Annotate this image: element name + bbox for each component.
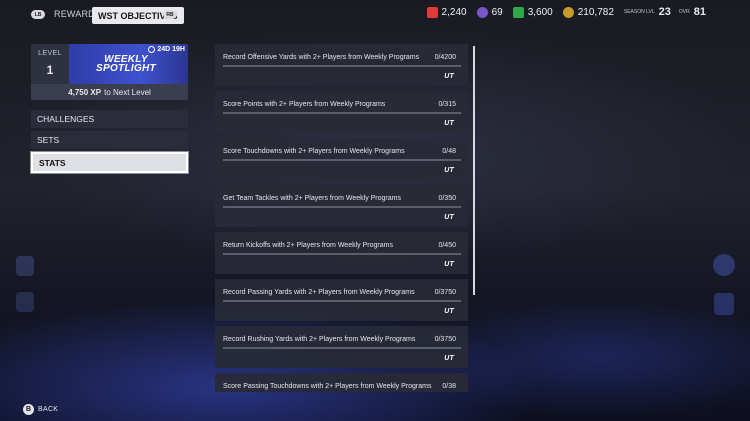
banner-title: WEEKLY SPOTLIGHT bbox=[96, 54, 156, 74]
scrollbar[interactable] bbox=[473, 46, 475, 295]
objective-progress: 0/38 bbox=[442, 383, 456, 390]
currency-coins: 2,240 bbox=[426, 6, 467, 18]
menu-item-sets[interactable]: SETS bbox=[31, 131, 188, 149]
ovr-label: OVR bbox=[678, 9, 690, 15]
season-lvl-value: 23 bbox=[658, 6, 671, 18]
objective-progress: 0/3750 bbox=[434, 336, 456, 343]
weekly-spotlight-banner: 24D 19H WEEKLY SPOTLIGHT bbox=[69, 44, 188, 84]
level-box: LEVEL 1 bbox=[31, 44, 69, 84]
objective-row[interactable]: Get Team Tackles with 2+ Players from We… bbox=[215, 185, 468, 227]
level-value: 1 bbox=[46, 63, 54, 77]
objective-name: Score Points with 2+ Players from Weekly… bbox=[223, 101, 386, 108]
nfl-shield-icon bbox=[16, 292, 34, 312]
objective-progress-bar bbox=[223, 253, 461, 255]
objective-row[interactable]: Record Offensive Yards with 2+ Players f… bbox=[215, 44, 468, 86]
lb-bumper-icon[interactable]: LB bbox=[31, 10, 45, 19]
currency-mut-coins: 210,782 bbox=[562, 6, 614, 18]
objective-name: Return Kickoffs with 2+ Players from Wee… bbox=[223, 242, 393, 249]
ut-badge-icon: UT bbox=[444, 355, 454, 362]
objective-progress: 0/3750 bbox=[434, 289, 456, 296]
objective-progress: 0/450 bbox=[438, 242, 456, 249]
objective-name: Record Offensive Yards with 2+ Players f… bbox=[223, 54, 420, 61]
timer-value: 24D 19H bbox=[157, 46, 185, 53]
objective-progress: 0/315 bbox=[438, 101, 456, 108]
ovr-value: 81 bbox=[693, 6, 706, 18]
currency-bar: 2,240 69 3,600 210,782 SEASON LVL 23 OVR… bbox=[426, 6, 750, 18]
objective-name: Get Team Tackles with 2+ Players from We… bbox=[223, 195, 401, 202]
ut-badge-icon: UT bbox=[444, 261, 454, 268]
nfl-shield-icon bbox=[16, 256, 34, 276]
objective-name: Record Passing Yards with 2+ Players fro… bbox=[223, 289, 415, 296]
objective-progress-bar bbox=[223, 206, 461, 208]
ut-badge-icon: UT bbox=[444, 214, 454, 221]
xp-to-next-level: 4,750 XP to Next Level bbox=[31, 84, 188, 100]
menu-item-stats[interactable]: STATS bbox=[30, 151, 189, 174]
objective-progress-bar bbox=[223, 65, 461, 67]
currency-value: 69 bbox=[491, 6, 503, 18]
objective-progress-bar bbox=[223, 347, 461, 349]
mut-coin-icon bbox=[562, 6, 574, 18]
ea-logo-icon bbox=[713, 254, 735, 276]
level-card: LEVEL 1 24D 19H WEEKLY SPOTLIGHT 4,750 X… bbox=[31, 44, 188, 100]
objective-row[interactable]: Return Kickoffs with 2+ Players from Wee… bbox=[215, 232, 468, 274]
timer: 24D 19H bbox=[148, 46, 185, 53]
xp-suffix: to Next Level bbox=[104, 87, 151, 97]
objective-row[interactable]: Record Rushing Yards with 2+ Players fro… bbox=[215, 326, 468, 368]
objective-progress: 0/4200 bbox=[434, 54, 456, 61]
season-lvl-label: SEASON LVL bbox=[623, 9, 655, 15]
objective-progress-bar bbox=[223, 159, 461, 161]
objective-name: Record Rushing Yards with 2+ Players fro… bbox=[223, 336, 416, 343]
ut-badge-icon: UT bbox=[444, 308, 454, 315]
currency-value: 3,600 bbox=[527, 6, 553, 18]
team-shield-icon bbox=[714, 293, 734, 315]
objective-progress-bar bbox=[223, 112, 461, 114]
objective-row[interactable]: Score Passing Touchdowns with 2+ Players… bbox=[215, 373, 468, 392]
b-button-icon[interactable]: B bbox=[23, 404, 34, 415]
currency-training: 3,600 bbox=[512, 6, 553, 18]
ut-badge-icon: UT bbox=[444, 167, 454, 174]
objective-name: Score Passing Touchdowns with 2+ Players… bbox=[223, 383, 432, 390]
objective-progress-bar bbox=[223, 300, 461, 302]
ut-badge-icon: UT bbox=[444, 73, 454, 80]
top-bar: LB REWARDS WST OBJECTIVES RB 2,240 69 3,… bbox=[0, 0, 750, 32]
objective-row[interactable]: Score Points with 2+ Players from Weekly… bbox=[215, 91, 468, 133]
currency-value: 2,240 bbox=[441, 6, 467, 18]
coins-icon bbox=[426, 6, 438, 18]
objective-row[interactable]: Score Touchdowns with 2+ Players from We… bbox=[215, 138, 468, 180]
rb-bumper-icon[interactable]: RB bbox=[163, 10, 177, 19]
currency-value: 210,782 bbox=[577, 6, 614, 18]
menu-item-challenges[interactable]: CHALLENGES bbox=[31, 110, 188, 128]
xp-value: 4,750 XP bbox=[68, 87, 102, 97]
back-label[interactable]: BACK bbox=[38, 406, 58, 413]
level-label: LEVEL bbox=[38, 50, 62, 57]
clock-icon bbox=[148, 46, 156, 53]
objective-name: Score Touchdowns with 2+ Players from We… bbox=[223, 148, 405, 155]
objectives-list[interactable]: Record Offensive Yards with 2+ Players f… bbox=[215, 44, 468, 392]
currency-points: 69 bbox=[476, 6, 503, 18]
season-level: SEASON LVL 23 OVR 81 bbox=[624, 6, 714, 18]
ut-badge-icon: UT bbox=[444, 120, 454, 127]
objective-row[interactable]: Record Passing Yards with 2+ Players fro… bbox=[215, 279, 468, 321]
training-icon bbox=[512, 6, 524, 18]
objective-progress: 0/350 bbox=[438, 195, 456, 202]
points-icon bbox=[476, 6, 488, 18]
objective-progress: 0/48 bbox=[442, 148, 456, 155]
